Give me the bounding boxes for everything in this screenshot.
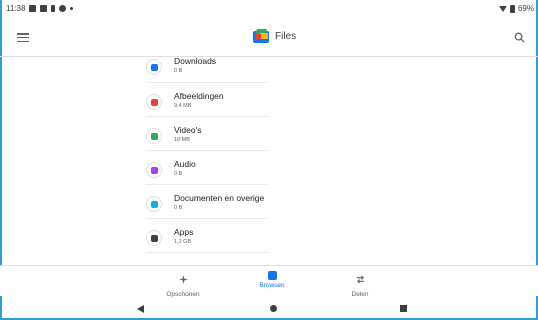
category-downloads[interactable]: Downloads 0 B [146,56,268,89]
bottom-nav: Opschonen Browsen Delen [0,265,538,298]
nav-browse[interactable]: Browsen [242,271,302,289]
status-time: 11:38 [6,4,26,13]
app-bar: Files [0,20,538,57]
divider [146,184,268,185]
category-documents[interactable]: Documenten en overige 0 B [146,193,268,226]
system-nav-bar [0,299,538,319]
home-button[interactable] [270,305,277,312]
files-logo-icon [253,29,269,43]
category-label: Video's [174,125,202,135]
category-label: Downloads [174,56,217,66]
category-label: Afbeeldingen [174,91,224,101]
nav-browse-label: Browsen [259,282,285,289]
category-videos[interactable]: Video's 18 MB [146,125,268,158]
wifi-icon [498,5,507,12]
divider [146,82,268,83]
apps-icon [146,230,162,246]
category-label: Audio [174,159,196,169]
category-size: 0 B [174,68,183,74]
nav-share[interactable]: Delen [330,271,390,298]
video-icon [146,128,162,144]
status-bar: 11:38 69% [0,0,538,18]
divider [146,116,268,117]
more-notifications-icon [70,7,74,10]
search-icon[interactable] [514,32,525,43]
nav-clean-label: Opschonen [166,291,200,298]
category-size: 0 B [174,171,183,177]
category-size: 18 MB [174,137,190,143]
image-icon [146,94,162,110]
category-audio[interactable]: Audio 0 B [146,159,268,192]
download-icon [146,59,162,75]
category-size: 9,4 MB [174,103,192,109]
category-apps[interactable]: Apps 1,2 GB [146,227,268,260]
app-title-group: Files [253,29,296,43]
category-label: Apps [174,227,194,237]
status-right: 69% [498,4,534,13]
divider [146,252,268,253]
download-notification-icon [51,5,56,12]
sparkle-icon [178,275,188,284]
android-notification-icon [59,5,67,12]
battery-icon [509,4,515,13]
browse-folder-icon [267,271,277,280]
back-button[interactable] [137,305,144,313]
gallery-notification-icon [40,5,48,12]
menu-icon[interactable] [17,33,29,43]
recents-button[interactable] [400,305,407,312]
category-label: Documenten en overige [174,193,265,203]
status-left: 11:38 [6,4,74,13]
nav-clean[interactable]: Opschonen [153,271,213,298]
category-size: 1,2 GB [174,239,192,245]
notification-icon [29,5,37,12]
category-size: 0 B [174,205,183,211]
category-images[interactable]: Afbeeldingen 9,4 MB [146,91,268,124]
nav-share-label: Delen [351,291,369,298]
swap-arrows-icon [356,275,364,284]
divider [146,150,268,151]
music-icon [146,162,162,178]
document-icon [146,196,162,212]
battery-percent: 69% [517,4,534,13]
divider [146,218,268,219]
app-title: Files [275,30,297,42]
